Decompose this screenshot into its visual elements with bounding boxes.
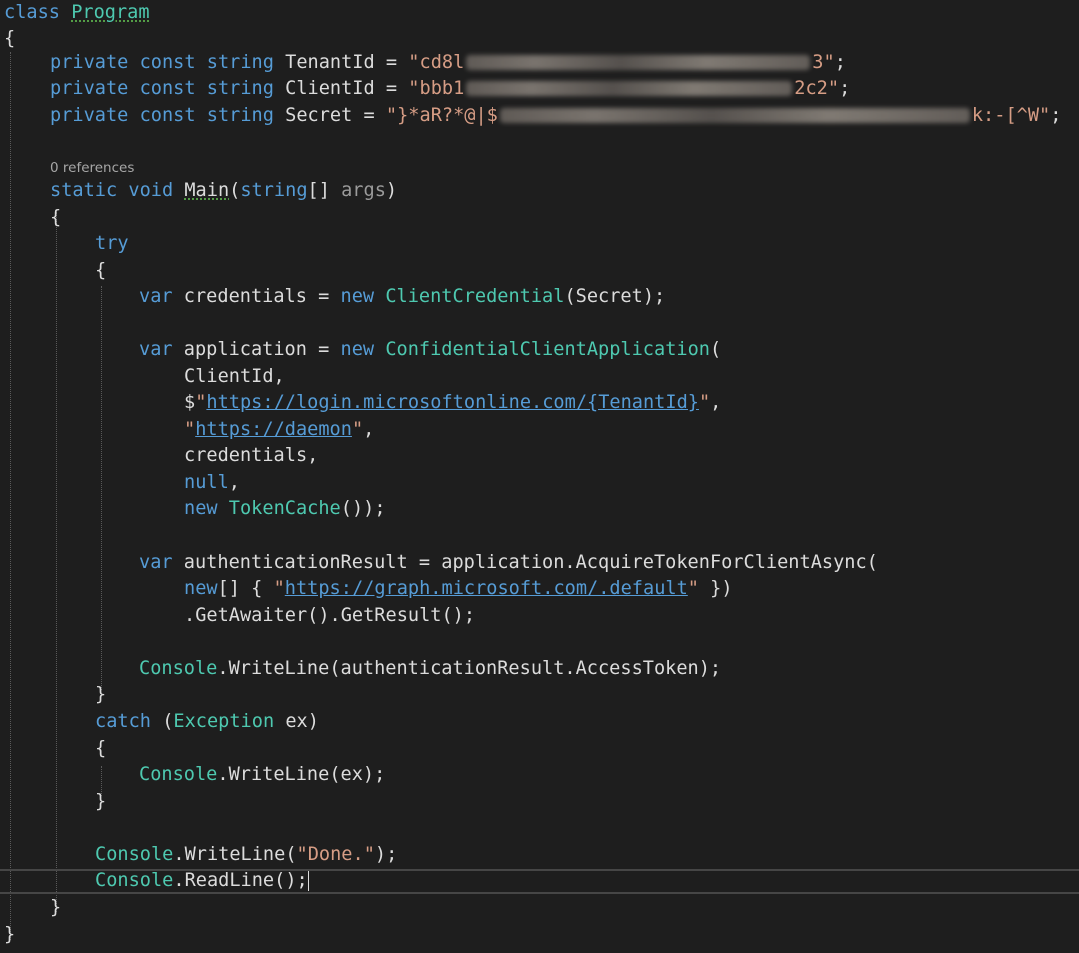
code-line: Console.WriteLine(authenticationResult.A… bbox=[139, 658, 722, 679]
daemon-url-link[interactable]: https://daemon bbox=[195, 419, 352, 440]
code-line-current[interactable]: Console.ReadLine(); bbox=[95, 868, 309, 895]
code-line: var authenticationResult = application.A… bbox=[139, 552, 878, 573]
code-line: Console.WriteLine("Done."); bbox=[95, 844, 398, 865]
code-line: catch (Exception ex) bbox=[95, 711, 319, 732]
login-url-link[interactable]: https://login.microsoftonline.com/{Tenan… bbox=[206, 392, 699, 413]
code-line: try bbox=[95, 233, 129, 254]
code-line: private const string ClientId = "bbb1 2c2… bbox=[50, 78, 851, 99]
codelens-references[interactable]: 0 references bbox=[50, 158, 134, 178]
code-editor[interactable]: 0 references class Program { private con… bbox=[0, 0, 1079, 953]
code-line: } bbox=[4, 924, 16, 945]
indent-guide bbox=[56, 212, 57, 912]
code-line: class Program bbox=[4, 2, 150, 23]
code-line: private const string Secret = "}*aR?*@|$… bbox=[50, 105, 1062, 126]
code-line: static void Main(string[] args) bbox=[50, 180, 398, 201]
code-line: new TokenCache()); bbox=[184, 498, 386, 519]
code-line: { bbox=[4, 28, 16, 49]
code-line: "https://daemon", bbox=[184, 419, 375, 440]
redacted-value bbox=[499, 108, 970, 123]
redacted-value bbox=[466, 55, 811, 70]
redacted-value bbox=[466, 81, 793, 96]
graph-url-link[interactable]: https://graph.microsoft.com/.default bbox=[285, 578, 688, 599]
code-line: { bbox=[50, 207, 62, 228]
code-line: } bbox=[95, 791, 107, 812]
code-line: { bbox=[95, 738, 107, 759]
code-line: credentials, bbox=[184, 445, 319, 466]
code-line: } bbox=[50, 897, 62, 918]
indent-guide bbox=[10, 52, 11, 940]
indent-guide bbox=[101, 286, 102, 690]
code-line: null, bbox=[184, 472, 240, 493]
code-line: $"https://login.microsoftonline.com/{Ten… bbox=[184, 392, 722, 413]
code-line: var credentials = new ClientCredential(S… bbox=[139, 286, 666, 307]
code-line: { bbox=[95, 260, 107, 281]
code-line: .GetAwaiter().GetResult(); bbox=[184, 605, 476, 626]
code-line: ClientId, bbox=[184, 366, 285, 387]
code-line: new[] { "https://graph.microsoft.com/.de… bbox=[184, 578, 733, 599]
code-line: } bbox=[95, 684, 107, 705]
text-caret bbox=[307, 870, 309, 891]
code-line: Console.WriteLine(ex); bbox=[139, 764, 386, 785]
code-line: private const string TenantId = "cd8l 3"; bbox=[50, 52, 846, 73]
code-line: var application = new ConfidentialClient… bbox=[139, 339, 722, 360]
